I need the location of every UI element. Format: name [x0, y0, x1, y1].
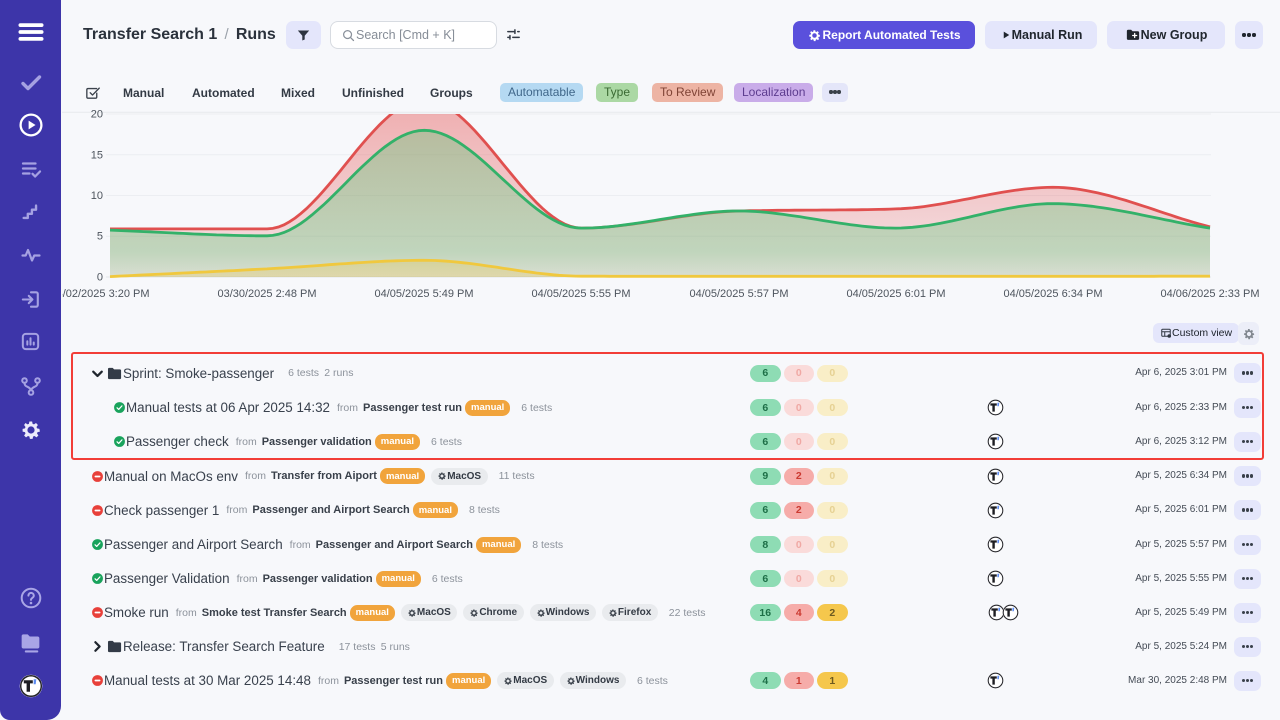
- svg-text:04/05/2025 6:34 PM: 04/05/2025 6:34 PM: [1003, 288, 1102, 300]
- svg-text:04/05/2025 6:01 PM: 04/05/2025 6:01 PM: [846, 288, 945, 300]
- svg-text:0: 0: [97, 272, 103, 284]
- svg-text:04/06/2025 2:33 PM: 04/06/2025 2:33 PM: [1160, 288, 1259, 300]
- svg-text:5: 5: [97, 231, 103, 243]
- svg-text:20: 20: [91, 109, 103, 121]
- svg-text:04/02/2025 3:20 PM: 04/02/2025 3:20 PM: [62, 288, 150, 300]
- svg-text:04/05/2025 5:57 PM: 04/05/2025 5:57 PM: [689, 288, 788, 300]
- svg-text:10: 10: [91, 190, 103, 202]
- svg-text:03/30/2025 2:48 PM: 03/30/2025 2:48 PM: [217, 288, 316, 300]
- svg-text:04/05/2025 5:49 PM: 04/05/2025 5:49 PM: [374, 288, 473, 300]
- svg-text:15: 15: [91, 149, 103, 161]
- svg-text:04/05/2025 5:55 PM: 04/05/2025 5:55 PM: [531, 288, 630, 300]
